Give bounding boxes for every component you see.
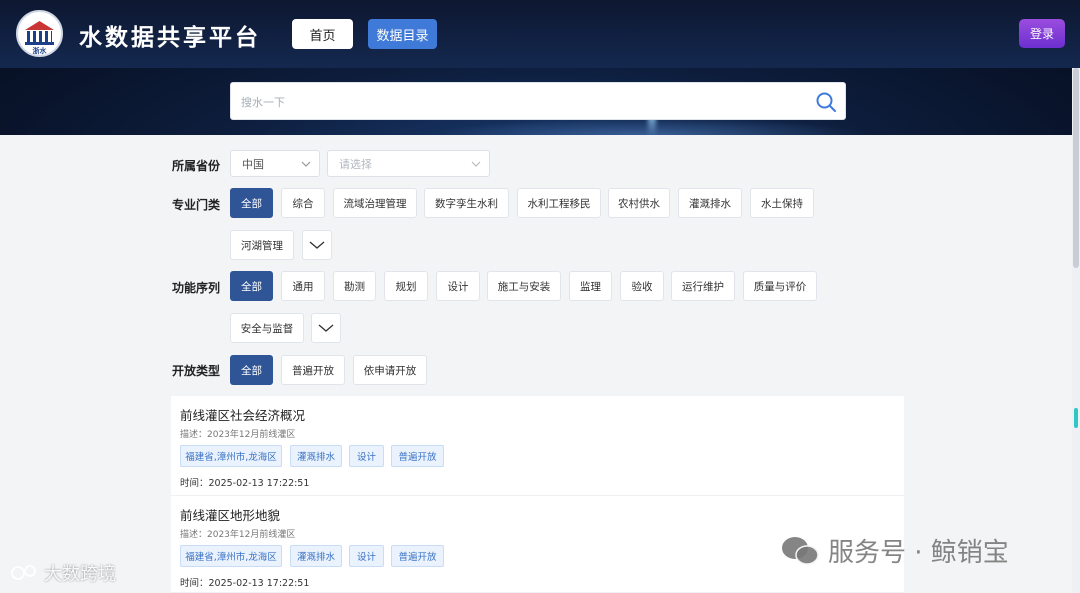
specialty-expand-button[interactable] bbox=[302, 230, 332, 260]
result-tag-function: 设计 bbox=[349, 545, 384, 567]
open-type-filter-label: 开放类型 bbox=[172, 364, 221, 378]
result-tag-location: 福建省,漳州市,龙海区 bbox=[180, 545, 282, 567]
region-select[interactable]: 请选择 bbox=[327, 150, 490, 177]
site-title: 水数据共享平台 bbox=[79, 25, 261, 51]
top-header: 浙水 水数据共享平台 首页 数据目录 登录 bbox=[0, 0, 1080, 68]
specialty-chip-resettlement[interactable]: 水利工程移民 bbox=[517, 188, 601, 218]
region-select-placeholder: 请选择 bbox=[339, 157, 372, 171]
function-expand-button[interactable] bbox=[311, 313, 341, 343]
chevron-down-icon bbox=[301, 161, 311, 167]
login-button[interactable]: 登录 bbox=[1019, 19, 1065, 48]
open-type-chip-all[interactable]: 全部 bbox=[230, 355, 273, 385]
result-tag-location: 福建省,漳州市,龙海区 bbox=[180, 445, 282, 467]
province-filter-label: 所属省份 bbox=[172, 159, 221, 173]
result-tag-specialty: 灌溉排水 bbox=[290, 545, 342, 567]
result-card[interactable]: 前线灌区社会经济概况 描述：2023年12月前线灌区 福建省,漳州市,龙海区 灌… bbox=[171, 396, 904, 496]
specialty-filter-label: 专业门类 bbox=[172, 198, 221, 212]
side-float-tab[interactable] bbox=[1074, 408, 1078, 428]
result-title[interactable]: 前线灌区地形地貌 bbox=[180, 505, 280, 524]
open-type-chip-on-request[interactable]: 依申请开放 bbox=[353, 355, 427, 385]
watermark-left: 大数跨境 bbox=[10, 560, 116, 586]
country-select-value: 中国 bbox=[242, 157, 264, 171]
open-type-chip-public[interactable]: 普遍开放 bbox=[281, 355, 345, 385]
logo-base bbox=[25, 42, 54, 45]
search-bar bbox=[230, 82, 846, 120]
function-filter-label: 功能序列 bbox=[172, 281, 221, 295]
function-chip-quality[interactable]: 质量与评价 bbox=[743, 271, 817, 301]
result-description: 描述：2023年12月前线灌区 bbox=[180, 430, 296, 440]
chevron-down-icon bbox=[471, 161, 481, 167]
watermark-right-text: 服务号 · 鲸销宝 bbox=[828, 538, 1009, 568]
function-chip-survey[interactable]: 勘测 bbox=[333, 271, 376, 301]
site-logo[interactable]: 浙水 bbox=[16, 10, 63, 57]
specialty-chip-all[interactable]: 全部 bbox=[230, 188, 273, 218]
logo-text: 浙水 bbox=[32, 47, 47, 55]
specialty-chip-general[interactable]: 综合 bbox=[281, 188, 325, 218]
result-description: 描述：2023年12月前线灌区 bbox=[180, 530, 296, 540]
search-icon[interactable] bbox=[815, 91, 837, 113]
function-chip-all[interactable]: 全部 bbox=[230, 271, 273, 301]
specialty-chip-soil[interactable]: 水土保持 bbox=[750, 188, 814, 218]
result-tag-open-type: 普遍开放 bbox=[391, 545, 444, 567]
function-chip-common[interactable]: 通用 bbox=[281, 271, 325, 301]
specialty-chip-river-lake[interactable]: 河湖管理 bbox=[230, 230, 294, 260]
result-tag-open-type: 普遍开放 bbox=[391, 445, 444, 467]
function-chip-supervision[interactable]: 监理 bbox=[569, 271, 612, 301]
scrollbar-thumb[interactable] bbox=[1073, 68, 1079, 268]
result-time: 时间：2025-02-13 17:22:51 bbox=[180, 578, 310, 589]
result-title[interactable]: 前线灌区社会经济概况 bbox=[180, 405, 305, 424]
watermark-right: 服务号 · 鲸销宝 bbox=[780, 532, 1009, 569]
function-chip-design[interactable]: 设计 bbox=[436, 271, 480, 301]
result-time: 时间：2025-02-13 17:22:51 bbox=[180, 478, 310, 489]
search-input[interactable] bbox=[241, 91, 801, 113]
function-chip-operation[interactable]: 运行维护 bbox=[671, 271, 735, 301]
specialty-chip-irrigation[interactable]: 灌溉排水 bbox=[678, 188, 742, 218]
result-tag-specialty: 灌溉排水 bbox=[290, 445, 342, 467]
nav-home-button[interactable]: 首页 bbox=[292, 19, 353, 49]
chevron-down-icon bbox=[309, 241, 325, 249]
result-tag-function: 设计 bbox=[349, 445, 384, 467]
logo-roof bbox=[25, 21, 54, 30]
function-chip-safety[interactable]: 安全与监督 bbox=[230, 313, 304, 343]
specialty-chip-digital-twin[interactable]: 数字孪生水利 bbox=[424, 188, 509, 218]
function-chip-planning[interactable]: 规划 bbox=[384, 271, 428, 301]
specialty-chip-basin[interactable]: 流域治理管理 bbox=[333, 188, 417, 218]
brand-logo-icon bbox=[11, 565, 36, 580]
function-chip-construction[interactable]: 施工与安装 bbox=[487, 271, 561, 301]
chevron-down-icon bbox=[318, 324, 334, 332]
watermark-left-text: 大数跨境 bbox=[44, 564, 116, 585]
logo-columns bbox=[27, 31, 52, 42]
function-chip-acceptance[interactable]: 验收 bbox=[620, 271, 664, 301]
wechat-icon bbox=[782, 536, 819, 565]
country-select[interactable]: 中国 bbox=[230, 150, 320, 177]
nav-data-catalog-button[interactable]: 数据目录 bbox=[368, 19, 437, 49]
specialty-chip-rural-water[interactable]: 农村供水 bbox=[608, 188, 670, 218]
